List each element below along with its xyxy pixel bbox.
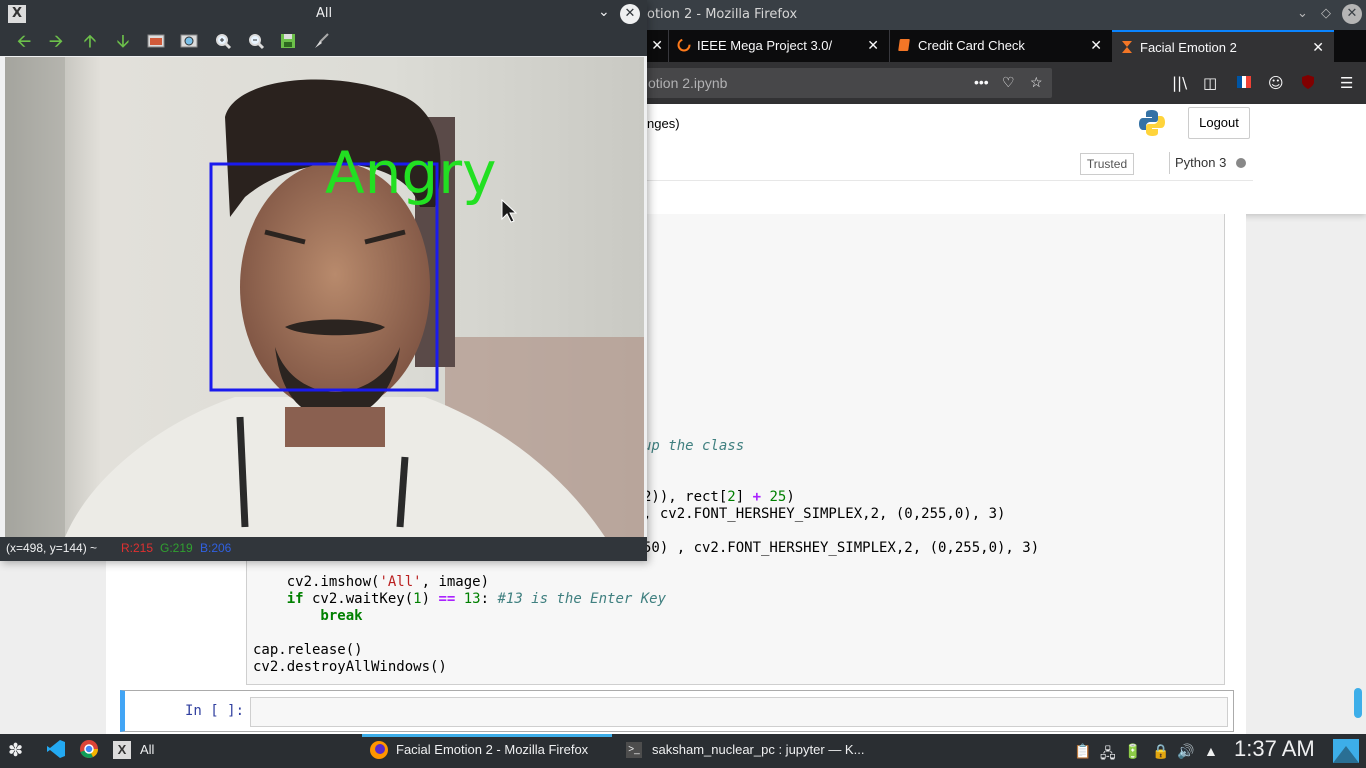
pan-up-icon[interactable]: 🡩 [80, 32, 100, 52]
account-icon[interactable]: ☺ [1268, 74, 1284, 92]
zoom-out-icon[interactable] [246, 32, 266, 52]
properties-brush-icon[interactable] [311, 32, 331, 52]
code-line: 2)), rect[2] + 25) [643, 489, 795, 505]
taskbar-item-konsole[interactable]: saksham_nuclear_pc : jupyter — K... [652, 742, 864, 757]
volume-icon[interactable]: 🔊 [1177, 743, 1194, 760]
window-title: otion 2 - Mozilla Firefox [647, 7, 798, 22]
close-tab-icon[interactable]: ✕ [1090, 37, 1102, 54]
vscode-icon[interactable] [46, 739, 66, 762]
code-line: cap.release() [253, 642, 363, 658]
logout-button[interactable]: Logout [1188, 107, 1250, 139]
pan-right-icon[interactable]: 🡪 [46, 32, 66, 52]
show-desktop-icon[interactable] [1332, 738, 1360, 767]
tab-label: Facial Emotion 2 [1140, 40, 1237, 55]
cv-titlebar[interactable]: X All ⌄ ✕ [0, 0, 647, 28]
code-line: up the class [643, 438, 745, 454]
x-app-icon: X [8, 5, 26, 23]
close-tab-icon[interactable]: ✕ [1312, 39, 1324, 56]
hourglass-icon [1122, 41, 1132, 53]
sidebar-icon[interactable]: ◫ [1203, 74, 1217, 92]
cv-window-title: All [316, 6, 333, 21]
pixel-coords: (x=498, y=144) ~ [6, 541, 98, 555]
lock-icon[interactable]: 🔒 [1152, 743, 1169, 760]
code-line: , cv2.FONT_HERSHEY_SIMPLEX,2, (0,255,0),… [643, 506, 1006, 522]
flag-extension-icon[interactable] [1236, 74, 1252, 94]
pocket-icon[interactable]: ♡ [1002, 74, 1015, 91]
chevron-down-icon[interactable]: ⌄ [598, 4, 610, 20]
pixel-green-value: G:219 [160, 541, 193, 555]
save-icon[interactable] [278, 32, 298, 52]
opencv-window: X All ⌄ ✕ 🡨 🡪 🡩 🡫 Angry (x=498, y=144) ~… [0, 0, 647, 561]
empty-code-cell[interactable]: In [ ]: [120, 690, 1234, 732]
maximize-icon[interactable]: ◇ [1321, 6, 1331, 21]
cell-input-field[interactable] [250, 697, 1228, 727]
zoom-x1-icon[interactable] [146, 32, 166, 52]
code-line: break [253, 608, 363, 624]
url-bar[interactable]: otion 2.ipynb ••• ♡ ☆ [640, 68, 1052, 98]
python-logo-icon [1139, 110, 1165, 136]
clock[interactable]: 1:37 AM [1234, 736, 1315, 762]
code-line: if cv2.waitKey(1) == 13: #13 is the Ente… [253, 591, 667, 607]
kernel-status-icon [1236, 158, 1246, 168]
webcam-frame-image: Angry [5, 57, 644, 537]
code-line: cv2.imshow('All', image) [253, 574, 490, 590]
x-app-icon: X [113, 741, 131, 759]
emotion-label: Angry [325, 139, 496, 207]
tab-label: IEEE Mega Project 3.0/ [697, 38, 833, 53]
app-launcher-icon[interactable]: ✽ [8, 740, 23, 761]
taskbar: ✽ X All Facial Emotion 2 - Mozilla Firef… [0, 734, 1366, 768]
zoom-fit-icon[interactable] [179, 32, 199, 52]
terminal-icon: >_ [626, 742, 642, 758]
taskbar-item-firefox[interactable]: Facial Emotion 2 - Mozilla Firefox [396, 742, 588, 757]
notebook-icon [898, 39, 910, 51]
ublock-icon[interactable] [1300, 74, 1316, 94]
autosave-status: nges) [647, 116, 680, 131]
close-window-button[interactable]: ✕ [1342, 4, 1362, 24]
zoom-in-icon[interactable] [213, 32, 233, 52]
library-icon[interactable]: ||\ [1172, 74, 1187, 92]
hamburger-menu-icon[interactable]: ☰ [1340, 74, 1353, 92]
clipboard-icon[interactable]: 📋 [1074, 743, 1091, 760]
divider [1169, 152, 1170, 174]
tab-label: Credit Card Check [918, 38, 1025, 53]
network-icon[interactable]: 🖧 [1100, 743, 1116, 767]
pixel-red-value: R:215 [121, 541, 154, 555]
close-tab-icon[interactable]: ✕ [867, 37, 879, 54]
cv-toolbar: 🡨 🡪 🡩 🡫 [0, 28, 647, 56]
pan-down-icon[interactable]: 🡫 [113, 32, 133, 52]
taskbar-item-all[interactable]: All [140, 742, 154, 757]
code-line: cv2.destroyAllWindows() [253, 659, 447, 675]
battery-icon[interactable]: 🔋 [1124, 743, 1141, 760]
tab-partial[interactable]: ✕ [647, 30, 667, 62]
page-actions-icon[interactable]: ••• [974, 74, 989, 90]
tab-ieee-mega-project[interactable]: IEEE Mega Project 3.0/ ✕ [668, 30, 889, 62]
notebook-toolbar: Trusted Python 3 [647, 146, 1253, 181]
kernel-name[interactable]: Python 3 [1175, 155, 1226, 170]
active-window-indicator [362, 734, 612, 737]
trusted-badge[interactable]: Trusted [1080, 153, 1134, 175]
spinner-icon [677, 38, 691, 52]
close-tab-icon[interactable]: ✕ [651, 37, 663, 54]
firefox-icon [369, 740, 389, 763]
minimize-icon[interactable]: ⌄ [1297, 6, 1308, 21]
cell-prompt: In [ ]: [185, 703, 245, 719]
code-line: 50) , cv2.FONT_HERSHEY_SIMPLEX,2, (0,255… [643, 540, 1040, 556]
scrollbar-thumb[interactable] [1354, 688, 1362, 718]
close-window-button[interactable]: ✕ [620, 4, 640, 24]
pixel-blue-value: B:206 [200, 541, 232, 555]
pan-left-icon[interactable]: 🡨 [14, 32, 34, 52]
chrome-icon[interactable] [79, 739, 99, 762]
tab-facial-emotion-2[interactable]: Facial Emotion 2 ✕ [1112, 30, 1334, 62]
bookmark-star-icon[interactable]: ☆ [1030, 74, 1043, 91]
cv-statusbar: (x=498, y=144) ~ R:215 G:219 B:206 [0, 537, 647, 561]
tab-credit-card-check[interactable]: Credit Card Check ✕ [889, 30, 1112, 62]
url-text: otion 2.ipynb [648, 75, 728, 91]
tray-expand-icon[interactable]: ▲ [1204, 743, 1218, 759]
